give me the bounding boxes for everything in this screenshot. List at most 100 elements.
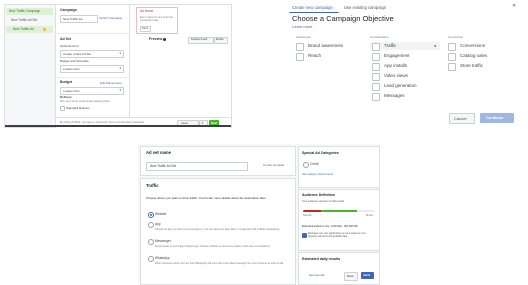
app-radio[interactable] xyxy=(148,222,154,228)
tree-campaign-label: New Traffic Campaign xyxy=(9,8,41,13)
objective-lead-generation-label[interactable]: Lead generation xyxy=(384,83,417,89)
delivery-checkbox-label: Standard Delivery xyxy=(66,105,90,110)
gauge-specific-label: Specific xyxy=(303,214,312,217)
edit-placements-link[interactable]: Edit Placements xyxy=(100,82,122,85)
next-button-label: Next xyxy=(363,273,371,277)
tree-item-ad[interactable]: New Traffic Ad xyxy=(6,26,53,33)
objective-messages-checkbox[interactable] xyxy=(372,93,380,101)
delivery-checkbox[interactable] xyxy=(60,106,65,111)
campaign-section-label: Campaign xyxy=(60,8,77,12)
audience-estimate-checkbox[interactable] xyxy=(302,233,307,238)
preview-desktop-label: Desktop Feed xyxy=(191,38,208,41)
preview-desktop-button[interactable]: Desktop Feed xyxy=(188,37,214,44)
objective-brand-awareness-checkbox[interactable] xyxy=(296,43,304,51)
objective-engagement-label[interactable]: Engagement xyxy=(384,53,410,59)
ad-name-title: Ad Name xyxy=(140,9,154,13)
bid-select-value: Lowest Cost xyxy=(63,88,80,93)
objective-app-installs-label[interactable]: App installs xyxy=(384,63,407,69)
switch-campaign-link[interactable]: Switch Campaign xyxy=(99,17,122,20)
objective-conversions-label[interactable]: Conversions xyxy=(460,43,485,49)
tab-create-new-campaign[interactable]: Create new campaign xyxy=(289,3,339,13)
tab-existing-label: Use existing campaign xyxy=(344,5,387,10)
campaign-name-field[interactable]: New Traffic Ad xyxy=(60,15,98,23)
objective-store-traffic-label[interactable]: Store traffic xyxy=(460,63,483,69)
continue-button[interactable]: Continue xyxy=(480,113,514,123)
ad-name-chip[interactable]: Name xyxy=(140,26,151,32)
info-icon xyxy=(163,38,166,41)
divider xyxy=(56,33,129,34)
learn-more-link[interactable]: Learn more xyxy=(292,25,312,29)
dialog-title: Choose a Campaign Objective xyxy=(292,14,394,23)
quick-creation-screen: New Traffic Campaign New Traffic Ad Set … xyxy=(4,4,232,128)
objective-conversions-checkbox[interactable] xyxy=(448,43,456,51)
next-button-label: Next xyxy=(211,120,218,125)
column-heading-conversion: Conversion xyxy=(448,35,464,39)
chevron-down-icon: ▾ xyxy=(119,51,121,55)
objective-engagement-checkbox[interactable] xyxy=(372,53,380,61)
objective-messages-label[interactable]: Messages xyxy=(384,93,405,99)
warning-icon xyxy=(43,27,46,31)
traffic-question: Choose where you want to drive traffic. … xyxy=(146,196,267,200)
cancel-button[interactable]: Cancel xyxy=(449,113,475,124)
objective-catalog-sales-label[interactable]: Catalog sales xyxy=(460,53,487,59)
tree-ad-label: New Traffic Ad xyxy=(13,26,34,31)
form-column: Campaign New Traffic Ad Switch Campaign … xyxy=(56,5,129,117)
create-template-link[interactable]: Create template xyxy=(263,164,284,167)
preview-mobile-button[interactable]: Mobile xyxy=(214,37,228,44)
objective-video-views-label[interactable]: Video views xyxy=(384,73,408,79)
preview-mobile-label: Mobile xyxy=(216,38,224,41)
website-radio[interactable] xyxy=(148,212,154,218)
whatsapp-option-title: WhatsApp xyxy=(155,256,170,260)
see-more-ads-link[interactable]: See more ads xyxy=(309,274,325,278)
delivery-label: Delivery xyxy=(60,95,72,99)
category-requirements-link[interactable]: See category requirements xyxy=(302,173,333,177)
whatsapp-radio[interactable] xyxy=(148,256,154,262)
objective-lead-generation-checkbox[interactable] xyxy=(372,83,380,91)
budget-heading: Budget xyxy=(60,80,73,84)
objective-traffic-label[interactable]: Traffic xyxy=(384,43,396,49)
objective-select-value: Lowest Cost xyxy=(63,66,80,71)
next-button[interactable]: Next xyxy=(361,272,374,279)
close-icon[interactable]: ✕ xyxy=(512,4,516,9)
objective-reach-label[interactable]: Reach xyxy=(308,53,321,59)
website-option-title: Website xyxy=(155,212,167,216)
tab-use-existing-campaign[interactable]: Use existing campaign xyxy=(341,3,396,12)
objective-store-traffic-checkbox[interactable] xyxy=(448,63,456,71)
ad-name-box: Ad Name Enter a name for your ad to help… xyxy=(136,7,178,34)
traffic-heading: Traffic xyxy=(146,183,159,188)
traffic-card: Traffic Choose where you want to drive t… xyxy=(140,178,296,285)
column-heading-awareness: Awareness xyxy=(296,35,311,39)
objective-label: Budget and Schedule xyxy=(60,59,89,63)
adset-select-value: Create a New Ad Set xyxy=(63,51,92,56)
objective-app-installs-checkbox[interactable] xyxy=(372,63,380,71)
adset-sub-label: Optimized For xyxy=(60,44,79,48)
adset-name-heading: Ad set name xyxy=(146,150,171,155)
credit-radio[interactable] xyxy=(303,162,309,168)
messenger-option-desc: Send people to your Page's Messenger. Ch… xyxy=(155,245,271,248)
adset-select[interactable]: Create a New Ad Set ▾ xyxy=(60,50,124,58)
gauge-broad-label: Broad xyxy=(366,214,373,217)
estimated-results-card: Estimated daily results See more ads Bac… xyxy=(298,252,380,285)
footer-terms: By clicking 'Publish', you agree to Face… xyxy=(60,120,145,124)
campaign-objective-dialog: Create new campaign Use existing campaig… xyxy=(286,0,528,130)
back-button[interactable]: Back xyxy=(344,272,358,281)
bid-select[interactable]: Lowest Cost ▾ xyxy=(60,87,124,95)
adset-name-card: Ad set name New Traffic Ad Set Create te… xyxy=(140,146,296,176)
adset-name-input[interactable]: New Traffic Ad Set xyxy=(146,162,248,171)
info-icon[interactable]: ● xyxy=(434,44,436,48)
taskbar-strip xyxy=(5,125,231,127)
objective-catalog-sales-checkbox[interactable] xyxy=(448,53,456,61)
objective-reach-checkbox[interactable] xyxy=(296,53,304,61)
messenger-radio[interactable] xyxy=(148,239,154,245)
objective-video-views-checkbox[interactable] xyxy=(372,73,380,81)
objective-select[interactable]: Lowest Cost ▾ xyxy=(60,65,124,73)
objective-traffic-row[interactable] xyxy=(370,42,440,50)
objective-traffic-checkbox[interactable] xyxy=(372,43,380,51)
objective-brand-awareness-label[interactable]: Brand awareness xyxy=(308,43,343,49)
credit-label: Credit xyxy=(310,162,319,166)
audience-note: Your audience selection is fairly broad. xyxy=(302,200,345,203)
tree-item-adset[interactable]: New Traffic Ad Set xyxy=(6,17,53,24)
audience-size: Estimated audience size: 1,000,000 - 150… xyxy=(302,225,358,228)
tree-item-campaign[interactable]: New Traffic Campaign xyxy=(6,8,53,15)
back-button-label: Back xyxy=(347,274,354,278)
